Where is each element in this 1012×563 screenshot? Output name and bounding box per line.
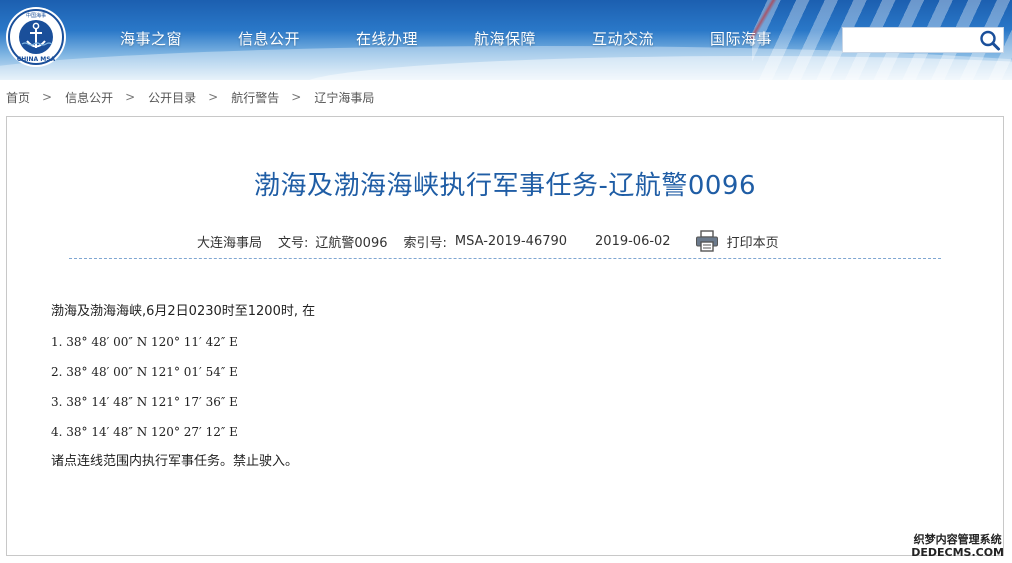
search-icon[interactable] xyxy=(977,28,1003,52)
china-msa-logo[interactable]: CHINA MSA 中国海事 xyxy=(5,6,67,68)
breadcrumb-public-catalog[interactable]: 公开目录 xyxy=(148,89,196,106)
breadcrumb-home[interactable]: 首页 xyxy=(6,89,30,106)
article-meta: 大连海事局 文号: 辽航警0096 索引号: MSA-2019-46790 20… xyxy=(197,230,779,252)
watermark-line-2: DEDECMS.COM xyxy=(911,546,1004,559)
nav-item-msa-window[interactable]: 海事之窗 xyxy=(120,28,238,50)
breadcrumb: 首页 > 信息公开 > 公开目录 > 航行警告 > 辽宁海事局 xyxy=(6,88,374,106)
meta-date: 2019-06-02 xyxy=(595,233,671,249)
article-outro: 诸点连线范围内执行军事任务。禁止驶入。 xyxy=(51,454,299,469)
article-title: 渤海及渤海海峡执行军事任务-辽航警0096 xyxy=(253,171,757,201)
nav-item-info-disclosure[interactable]: 信息公开 xyxy=(238,28,356,50)
search-input[interactable] xyxy=(843,28,977,52)
article-body: 渤海及渤海海峡,6月2日0230时至1200时, 在 1. 38° 48′ 00… xyxy=(51,301,951,481)
meta-index-label: 索引号: xyxy=(403,235,447,251)
print-page-label: 打印本页 xyxy=(726,235,779,251)
article-intro: 渤海及渤海海峡,6月2日0230时至1200时, 在 xyxy=(51,304,316,319)
meta-index-no: MSA-2019-46790 xyxy=(454,233,568,249)
nav-item-online-services[interactable]: 在线办理 xyxy=(356,28,474,50)
breadcrumb-liaoning-msa[interactable]: 辽宁海事局 xyxy=(314,89,374,106)
meta-doc-no: 辽航警0096 xyxy=(315,235,388,251)
nav-item-international-maritime[interactable]: 国际海事 xyxy=(710,28,828,50)
print-page-button[interactable]: 打印本页 xyxy=(695,230,779,252)
printer-icon xyxy=(695,230,718,252)
meta-doc-no-label: 文号: xyxy=(278,235,309,251)
chevron-right-icon: > xyxy=(291,90,302,104)
article-panel: 渤海及渤海海峡执行军事任务-辽航警0096 大连海事局 文号: 辽航警0096 … xyxy=(6,116,1004,556)
coordinate-point-4: 4. 38° 14′ 48″ N 120° 27′ 12″ E xyxy=(51,425,238,439)
nav-item-interaction[interactable]: 互动交流 xyxy=(592,28,710,50)
meta-divider xyxy=(69,258,941,259)
site-header: CHINA MSA 中国海事 海事之窗 信息公开 在线办理 航海保障 互动交流 … xyxy=(0,0,1012,80)
chevron-right-icon: > xyxy=(42,90,53,104)
dedecms-watermark: 织梦内容管理系统 DEDECMS.COM xyxy=(911,533,1004,559)
chevron-right-icon: > xyxy=(125,90,136,104)
chevron-right-icon: > xyxy=(208,90,219,104)
coordinate-point-2: 2. 38° 48′ 00″ N 121° 01′ 54″ E xyxy=(51,365,238,379)
main-nav: 海事之窗 信息公开 在线办理 航海保障 互动交流 国际海事 xyxy=(120,28,828,50)
search-box xyxy=(842,27,1004,53)
breadcrumb-info-disclosure[interactable]: 信息公开 xyxy=(65,89,113,106)
svg-text:CHINA MSA: CHINA MSA xyxy=(17,56,56,63)
nav-item-navigation-safety[interactable]: 航海保障 xyxy=(474,28,592,50)
watermark-line-1: 织梦内容管理系统 xyxy=(913,533,1002,546)
coordinate-point-1: 1. 38° 48′ 00″ N 120° 11′ 42″ E xyxy=(51,335,238,349)
svg-text:中国海事: 中国海事 xyxy=(26,12,46,19)
meta-issuer: 大连海事局 xyxy=(197,235,263,251)
breadcrumb-navigation-warnings[interactable]: 航行警告 xyxy=(231,89,279,106)
coordinate-point-3: 3. 38° 14′ 48″ N 121° 17′ 36″ E xyxy=(51,395,238,409)
